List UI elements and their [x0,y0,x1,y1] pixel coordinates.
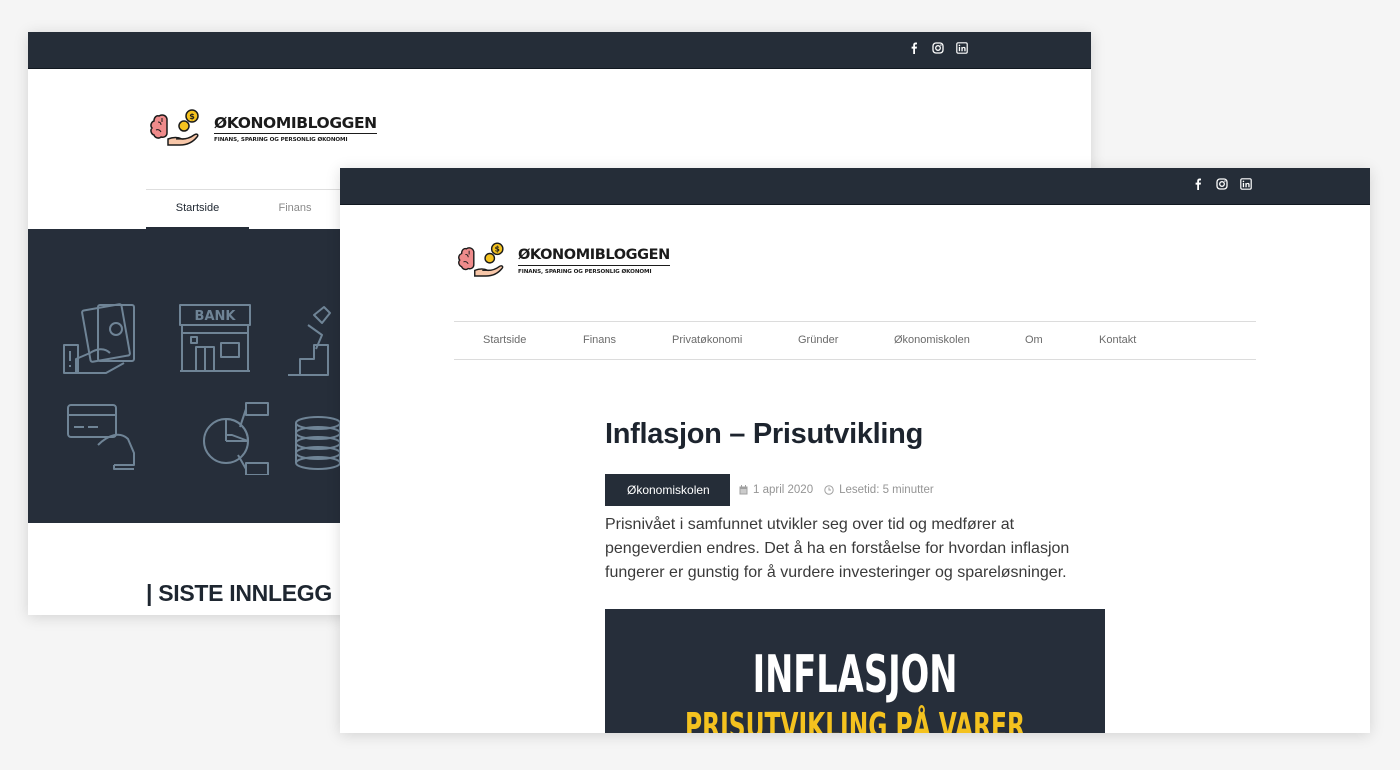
site-logo[interactable]: $ ØKONOMIBLOGGEN FINANS, SPARING OG PERS… [456,240,670,282]
article-date: 1 april 2020 [739,484,813,496]
reading-time-text: Lesetid: 5 minutter [839,484,934,496]
facebook-icon[interactable] [1192,178,1204,190]
logo-subtitle: FINANS, SPARING OG PERSONLIG ØKONOMI [518,269,652,275]
main-nav: Startside Finans Privatøkonomi Gründer Ø… [454,321,1256,360]
featured-image: INFLASJON PRISUTVIKLING PÅ VARER [605,609,1105,733]
facebook-icon[interactable] [908,42,920,54]
linkedin-icon[interactable] [1240,178,1252,190]
nav-item-kontakt[interactable]: Kontakt [1099,322,1136,359]
svg-text:$: $ [189,112,195,121]
hero-icon-grid: BANK [63,303,341,475]
article-date-text: 1 april 2020 [753,484,814,496]
nav-item-startside[interactable]: Startside [483,322,526,359]
article-meta: Økonomiskolen 1 april 2020 Lesetid: 5 mi… [605,474,934,506]
money-hand-icon [63,303,135,374]
nav-item-grunder[interactable]: Gründer [798,322,838,359]
brain-coin-logo-icon: $ [150,109,199,146]
instagram-icon[interactable] [1216,178,1228,190]
top-bar [340,168,1370,205]
section-title-latest-posts: | SISTE INNLEGG [146,580,332,606]
svg-text:$: $ [495,245,500,254]
social-links [1192,178,1252,190]
article-title: Inflasjon – Prisutvikling [605,418,924,450]
coins-icon [295,416,341,470]
nav-item-finans[interactable]: Finans [249,190,341,227]
article-reading-time: Lesetid: 5 minutter [824,484,934,496]
nav-item-privatokonomi[interactable]: Privatøkonomi [672,322,742,359]
nav-item-finans[interactable]: Finans [583,322,616,359]
front-window: $ ØKONOMIBLOGGEN FINANS, SPARING OG PERS… [340,168,1370,733]
logo-title: ØKONOMIBLOGGEN [214,114,377,134]
card-payment-icon [67,404,135,470]
clock-icon [824,485,834,495]
social-links [908,42,968,54]
logo-title: ØKONOMIBLOGGEN [518,247,670,266]
featured-image-subtitle: PRISUTVIKLING PÅ VARER [685,706,1025,734]
pie-chart-icon [203,402,269,475]
top-bar [28,32,1091,69]
linkedin-icon[interactable] [956,42,968,54]
bank-icon: BANK [179,304,251,372]
category-tag-button[interactable]: Økonomiskolen [605,474,730,506]
climb-icon [288,306,331,376]
nav-item-startside[interactable]: Startside [146,190,249,230]
featured-image-title: INFLASJON [752,645,958,705]
calendar-icon [739,485,748,495]
svg-text:BANK: BANK [195,309,237,324]
article-intro: Prisnivået i samfunnet utvikler seg over… [605,516,1070,581]
instagram-icon[interactable] [932,42,944,54]
brain-coin-logo-icon: $ [458,242,504,277]
site-logo[interactable]: $ ØKONOMIBLOGGEN FINANS, SPARING OG PERS… [148,107,377,151]
nav-item-om[interactable]: Om [1025,322,1043,359]
nav-item-okonomiskolen[interactable]: Økonomiskolen [894,322,970,359]
logo-subtitle: FINANS, SPARING OG PERSONLIG ØKONOMI [214,137,348,143]
